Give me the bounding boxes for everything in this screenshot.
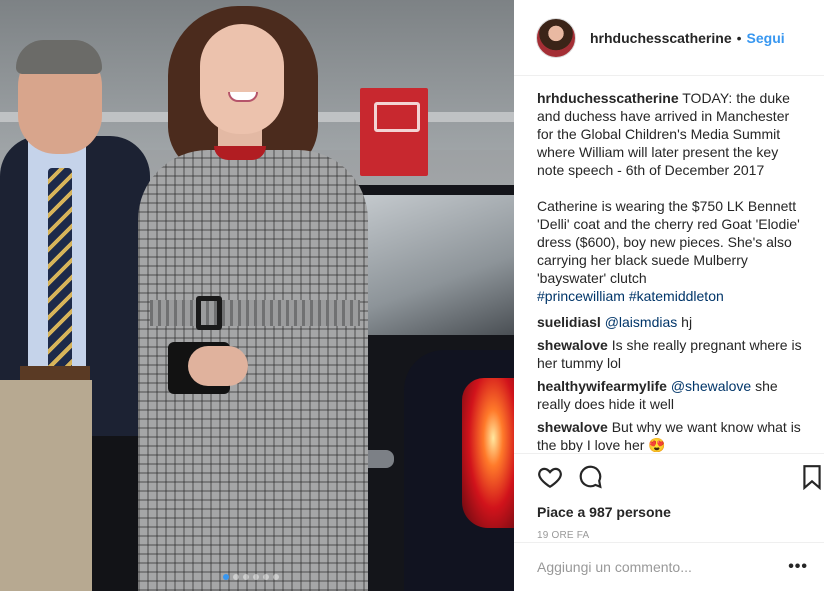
post-actions: Piace a 987 persone 19 ORE FA xyxy=(514,453,824,541)
caption-text-2: Catherine is wearing the $750 LK Bennett… xyxy=(537,198,800,286)
post-photo[interactable] xyxy=(0,0,514,591)
carousel-dot[interactable] xyxy=(223,574,229,580)
car-window xyxy=(350,195,514,335)
carousel-dot[interactable] xyxy=(263,574,269,580)
coat-buckle xyxy=(196,296,222,330)
follow-button[interactable]: Segui xyxy=(747,30,785,46)
carousel-dot[interactable] xyxy=(253,574,259,580)
comment-username[interactable]: shewalove xyxy=(537,419,608,435)
car-taillight xyxy=(462,378,514,528)
hashtag-link[interactable]: #princewilliam xyxy=(537,288,625,304)
heart-icon[interactable] xyxy=(537,464,563,490)
woman-hands xyxy=(188,346,248,386)
post-timestamp[interactable]: 19 ORE FA xyxy=(537,530,804,541)
comment-item: shewalove But why we want know what is t… xyxy=(537,418,804,452)
author-username[interactable]: hrhduchesscatherine xyxy=(590,30,732,46)
action-icons xyxy=(537,464,821,494)
comment-icon[interactable] xyxy=(577,464,603,490)
comment-item: healthywifearmylife @shewalove she reall… xyxy=(537,377,804,413)
comment-username[interactable]: shewalove xyxy=(537,337,608,353)
woman-face xyxy=(200,24,284,134)
comment-item: suelidiasl @laismdias hj xyxy=(537,313,804,331)
comment-username[interactable]: healthywifearmylife xyxy=(537,378,667,394)
carousel-dot[interactable] xyxy=(273,574,279,580)
carousel-dot[interactable] xyxy=(243,574,249,580)
add-comment-bar: ••• xyxy=(514,542,824,591)
bodyguard-trousers xyxy=(0,380,92,591)
avatar[interactable] xyxy=(536,17,576,58)
bookmark-icon[interactable] xyxy=(801,464,824,491)
post-sidebar: hrhduchesscatherine • Segui hrhduchessca… xyxy=(514,0,824,591)
comment-input[interactable] xyxy=(537,559,789,575)
caption-paragraph-1: hrhduchesscatherine TODAY: the duke and … xyxy=(537,89,804,179)
coat-belt xyxy=(150,300,360,326)
more-options-icon[interactable]: ••• xyxy=(788,558,808,576)
comment-username[interactable]: suelidiasl xyxy=(537,314,601,330)
caption-username[interactable]: hrhduchesscatherine xyxy=(537,90,679,106)
comment-item: shewalove Is she really pregnant where i… xyxy=(537,336,804,372)
red-dress-collar xyxy=(214,146,266,160)
hashtag-link[interactable]: #katemiddleton xyxy=(629,288,724,304)
post-caption: hrhduchesscatherine TODAY: the duke and … xyxy=(537,89,804,305)
carousel-dot[interactable] xyxy=(233,574,239,580)
comment-mention[interactable]: @laismdias xyxy=(605,314,678,330)
bodyguard-tie xyxy=(48,168,72,394)
caption-paragraph-2: Catherine is wearing the $750 LK Bennett… xyxy=(537,197,804,305)
likes-count[interactable]: Piace a 987 persone xyxy=(537,504,804,520)
comment-text: hj xyxy=(681,314,693,330)
carousel-indicator xyxy=(223,574,279,580)
background-red-sign xyxy=(360,88,428,176)
header-separator: • xyxy=(736,29,742,46)
comments-list[interactable]: hrhduchesscatherine TODAY: the duke and … xyxy=(514,76,824,452)
comment-mention[interactable]: @shewalove xyxy=(671,378,751,394)
bodyguard-hair xyxy=(16,40,102,74)
post-header: hrhduchesscatherine • Segui xyxy=(514,0,824,76)
